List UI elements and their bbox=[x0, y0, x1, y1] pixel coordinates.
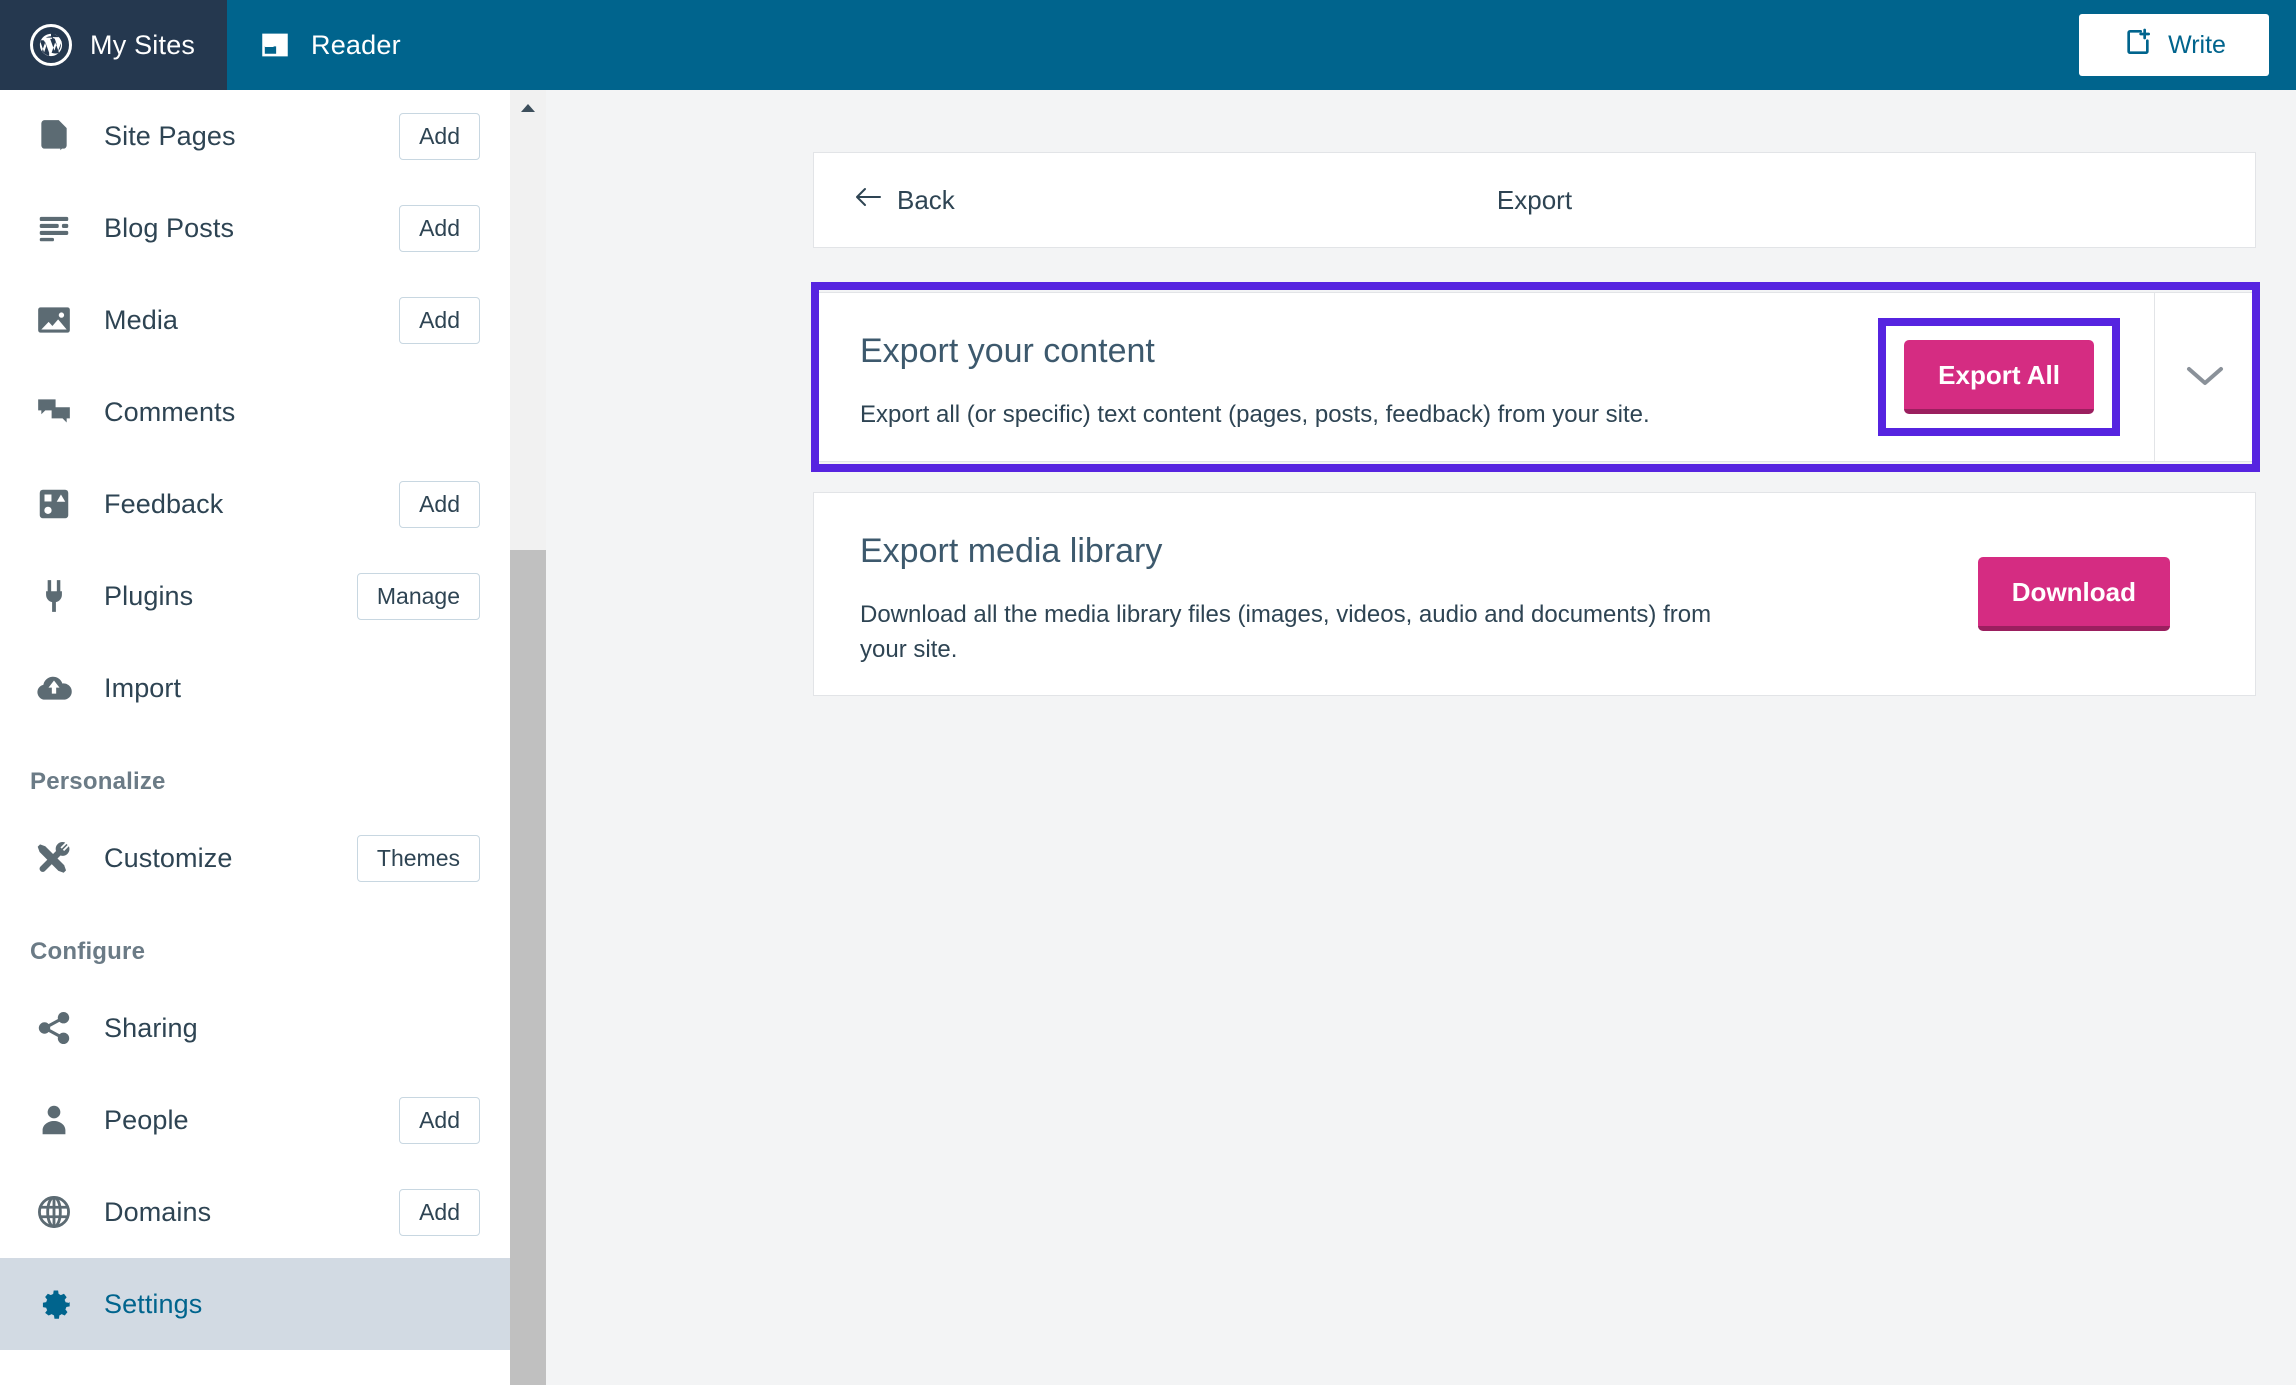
comments-bubbles-icon bbox=[30, 388, 78, 436]
reader-label: Reader bbox=[311, 29, 401, 60]
scroll-up-arrow-icon[interactable] bbox=[510, 90, 546, 126]
write-button[interactable]: Write bbox=[2079, 14, 2269, 76]
chevron-down-icon bbox=[2183, 361, 2227, 394]
page-icon bbox=[30, 112, 78, 160]
sidebar-item-label: Sharing bbox=[104, 1012, 198, 1043]
back-label: Back bbox=[897, 184, 955, 215]
sidebar-item-label: Feedback bbox=[104, 488, 224, 519]
image-icon bbox=[30, 296, 78, 344]
export-page-header: Back Export bbox=[813, 152, 2256, 248]
sidebar-item-label: Comments bbox=[104, 396, 236, 427]
page-title: Export bbox=[1496, 184, 1573, 215]
share-icon bbox=[30, 1004, 78, 1052]
export-content-card: Export your content Export all (or speci… bbox=[813, 292, 2256, 462]
export-all-button-highlight: Export All bbox=[1878, 318, 2120, 436]
masthead: My Sites Reader Write bbox=[0, 0, 2296, 90]
my-sites-nav-button[interactable]: My Sites bbox=[0, 0, 227, 90]
cloud-upload-icon bbox=[30, 664, 78, 712]
customize-themes-button[interactable]: Themes bbox=[356, 834, 480, 882]
site-pages-add-button[interactable]: Add bbox=[399, 112, 480, 160]
export-media-description: Download all the media library files (im… bbox=[860, 600, 1712, 663]
main-content: Back Export Export your content Export a… bbox=[554, 90, 2296, 1385]
export-content-card-actions: Export All bbox=[1878, 293, 2255, 461]
sidebar-item-sharing[interactable]: Sharing bbox=[0, 982, 510, 1074]
sidebar-item-media[interactable]: Media Add bbox=[0, 274, 510, 366]
download-button[interactable]: Download bbox=[1977, 557, 2170, 631]
tools-icon bbox=[30, 834, 78, 882]
export-media-card-actions: Download bbox=[1977, 493, 2255, 695]
sidebar-heading-personalize: Personalize bbox=[30, 768, 166, 795]
sidebar-item-label: Plugins bbox=[104, 580, 194, 611]
plugins-manage-button[interactable]: Manage bbox=[356, 572, 480, 620]
sidebar-item-domains[interactable]: Domains Add bbox=[0, 1166, 510, 1258]
globe-icon bbox=[30, 1188, 78, 1236]
export-media-card-text: Export media library Download all the me… bbox=[814, 493, 1978, 695]
people-add-button[interactable]: Add bbox=[399, 1096, 480, 1144]
gear-icon bbox=[30, 1280, 78, 1328]
site-sidebar: Site Pages Add Blog Posts Add Media Add bbox=[0, 90, 510, 1385]
feedback-add-button[interactable]: Add bbox=[399, 480, 480, 528]
person-icon bbox=[30, 1096, 78, 1144]
sidebar-item-customize[interactable]: Customize Themes bbox=[0, 812, 510, 904]
sidebar-item-people[interactable]: People Add bbox=[0, 1074, 510, 1166]
sidebar-item-site-pages[interactable]: Site Pages Add bbox=[0, 90, 510, 182]
sidebar-item-label: Site Pages bbox=[104, 120, 236, 151]
sidebar-item-label: Domains bbox=[104, 1196, 212, 1227]
reader-nav-button[interactable]: Reader bbox=[227, 0, 431, 90]
sidebar-scrollbar-track[interactable] bbox=[510, 90, 546, 1385]
sidebar-scrollbar-thumb[interactable] bbox=[510, 550, 546, 1385]
export-content-card-text: Export your content Export all (or speci… bbox=[814, 293, 1878, 461]
sidebar-edge-gap bbox=[546, 90, 554, 1385]
blog-posts-add-button[interactable]: Add bbox=[399, 204, 480, 252]
sidebar-item-label: Import bbox=[104, 672, 182, 703]
domains-add-button[interactable]: Add bbox=[399, 1188, 480, 1236]
export-content-expand-toggle[interactable] bbox=[2155, 361, 2255, 394]
sidebar-item-blog-posts[interactable]: Blog Posts Add bbox=[0, 182, 510, 274]
export-content-title: Export your content bbox=[860, 332, 1155, 370]
wordpress-logo-icon bbox=[30, 24, 72, 66]
sidebar-item-settings[interactable]: Settings bbox=[0, 1258, 510, 1350]
sidebar-heading-configure: Configure bbox=[30, 938, 146, 965]
sidebar-item-label: Blog Posts bbox=[104, 212, 235, 243]
sidebar-item-import[interactable]: Import bbox=[0, 642, 510, 734]
write-page-plus-icon bbox=[2122, 26, 2154, 65]
export-content-description: Export all (or specific) text content (p… bbox=[860, 400, 1650, 428]
export-media-title: Export media library bbox=[860, 532, 1163, 570]
sidebar-item-feedback[interactable]: Feedback Add bbox=[0, 458, 510, 550]
write-label: Write bbox=[2168, 30, 2226, 59]
media-add-button[interactable]: Add bbox=[399, 296, 480, 344]
export-all-button[interactable]: Export All bbox=[1904, 340, 2094, 414]
back-button[interactable]: Back bbox=[853, 184, 955, 217]
sidebar-item-label: People bbox=[104, 1104, 189, 1135]
plug-icon bbox=[30, 572, 78, 620]
sidebar-item-label: Settings bbox=[104, 1288, 203, 1319]
posts-list-icon bbox=[30, 204, 78, 252]
sidebar-item-label: Customize bbox=[104, 842, 233, 873]
sidebar-item-label: Media bbox=[104, 304, 179, 335]
export-all-button-wrapper: Export All bbox=[1878, 318, 2120, 436]
arrow-left-icon bbox=[853, 184, 883, 217]
my-sites-label: My Sites bbox=[90, 29, 196, 60]
reader-icon bbox=[257, 27, 293, 63]
feedback-shapes-icon bbox=[30, 480, 78, 528]
sidebar-item-plugins[interactable]: Plugins Manage bbox=[0, 550, 510, 642]
sidebar-item-comments[interactable]: Comments bbox=[0, 366, 510, 458]
export-media-card: Export media library Download all the me… bbox=[813, 492, 2256, 696]
